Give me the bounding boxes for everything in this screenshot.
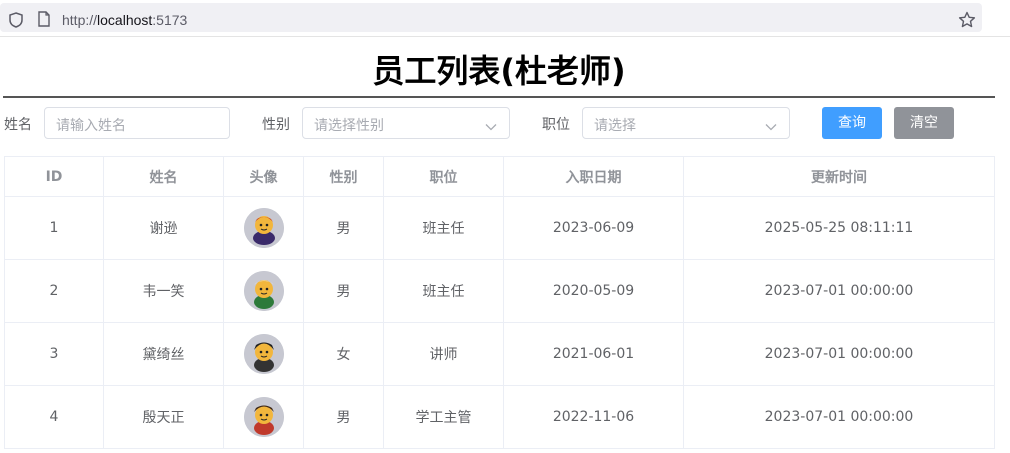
cell-name: 殷天正 bbox=[103, 385, 224, 449]
cell-job: 班主任 bbox=[383, 196, 504, 260]
column-header-id: ID bbox=[4, 156, 104, 197]
avatar bbox=[243, 334, 284, 374]
url-text[interactable]: http://localhost:5173 bbox=[62, 12, 187, 28]
job-label: 职位 bbox=[542, 117, 570, 133]
cell-update-time: 2023-07-01 00:00:00 bbox=[683, 322, 995, 386]
name-input[interactable]: 请输入姓名 bbox=[44, 107, 230, 139]
clear-button[interactable]: 清空 bbox=[894, 107, 954, 139]
bookmark-star-icon[interactable] bbox=[958, 11, 976, 33]
column-header-update-time: 更新时间 bbox=[683, 156, 995, 197]
browser-toolbar: http://localhost:5173 bbox=[0, 0, 1010, 37]
page-title: 员工列表(杜老师) bbox=[372, 52, 626, 90]
cell-image bbox=[223, 196, 304, 260]
table-row: 2 韦一笑 男 班主任 2020-05-09 2023-07-01 00:00:… bbox=[4, 259, 995, 323]
cell-gender: 男 bbox=[303, 196, 384, 260]
name-label: 姓名 bbox=[4, 117, 32, 133]
cell-entry-date: 2022-11-06 bbox=[503, 385, 684, 449]
employee-table: ID 姓名 头像 性别 职位 入职日期 更新时间 1 谢逊 男 班主任 2023… bbox=[4, 156, 995, 449]
cell-job: 讲师 bbox=[383, 322, 504, 386]
name-input-placeholder: 请输入姓名 bbox=[56, 118, 126, 134]
cell-name: 谢逊 bbox=[103, 196, 224, 260]
cell-gender: 女 bbox=[303, 322, 384, 386]
gender-label: 性别 bbox=[262, 117, 290, 133]
column-header-job: 职位 bbox=[383, 156, 504, 197]
column-header-image: 头像 bbox=[223, 156, 304, 197]
query-button[interactable]: 查询 bbox=[822, 107, 882, 139]
table-row: 4 殷天正 男 学工主管 2022-11-06 2023-07-01 00:00… bbox=[4, 385, 995, 449]
job-select[interactable]: 请选择 bbox=[582, 107, 790, 139]
address-bar[interactable]: http://localhost:5173 bbox=[0, 3, 982, 32]
cell-id: 1 bbox=[4, 196, 104, 260]
cell-image bbox=[223, 322, 304, 386]
cell-entry-date: 2020-05-09 bbox=[503, 259, 684, 323]
cell-update-time: 2023-07-01 00:00:00 bbox=[683, 259, 995, 323]
page-icon bbox=[37, 11, 51, 31]
cell-id: 3 bbox=[4, 322, 104, 386]
cell-entry-date: 2021-06-01 bbox=[503, 322, 684, 386]
shield-icon[interactable] bbox=[9, 12, 23, 32]
column-header-gender: 性别 bbox=[303, 156, 384, 197]
cell-job: 学工主管 bbox=[383, 385, 504, 449]
avatar bbox=[243, 208, 284, 248]
cell-job: 班主任 bbox=[383, 259, 504, 323]
chevron-down-icon bbox=[485, 119, 497, 135]
column-header-name: 姓名 bbox=[103, 156, 224, 197]
table-row: 3 黛绮丝 女 讲师 2021-06-01 2023-07-01 00:00:0… bbox=[4, 322, 995, 386]
gender-select-placeholder: 请选择性别 bbox=[314, 118, 384, 134]
table-row: 1 谢逊 男 班主任 2023-06-09 2025-05-25 08:11:1… bbox=[4, 196, 995, 260]
search-form: 姓名 请输入姓名 性别 请选择性别 职位 请选择 查询 清空 bbox=[0, 107, 1010, 139]
cell-id: 2 bbox=[4, 259, 104, 323]
cell-update-time: 2023-07-01 00:00:00 bbox=[683, 385, 995, 449]
cell-name: 黛绮丝 bbox=[103, 322, 224, 386]
job-select-placeholder: 请选择 bbox=[594, 118, 636, 134]
column-header-entry-date: 入职日期 bbox=[503, 156, 684, 197]
avatar bbox=[243, 397, 284, 437]
cell-gender: 男 bbox=[303, 259, 384, 323]
avatar bbox=[243, 271, 284, 311]
gender-select[interactable]: 请选择性别 bbox=[302, 107, 510, 139]
cell-image bbox=[223, 259, 304, 323]
cell-image bbox=[223, 385, 304, 449]
cell-gender: 男 bbox=[303, 385, 384, 449]
cell-name: 韦一笑 bbox=[103, 259, 224, 323]
title-divider bbox=[3, 96, 995, 98]
table-header-row: ID 姓名 头像 性别 职位 入职日期 更新时间 bbox=[4, 156, 995, 197]
cell-update-time: 2025-05-25 08:11:11 bbox=[683, 196, 995, 260]
chevron-down-icon bbox=[765, 119, 777, 135]
cell-id: 4 bbox=[4, 385, 104, 449]
cell-entry-date: 2023-06-09 bbox=[503, 196, 684, 260]
